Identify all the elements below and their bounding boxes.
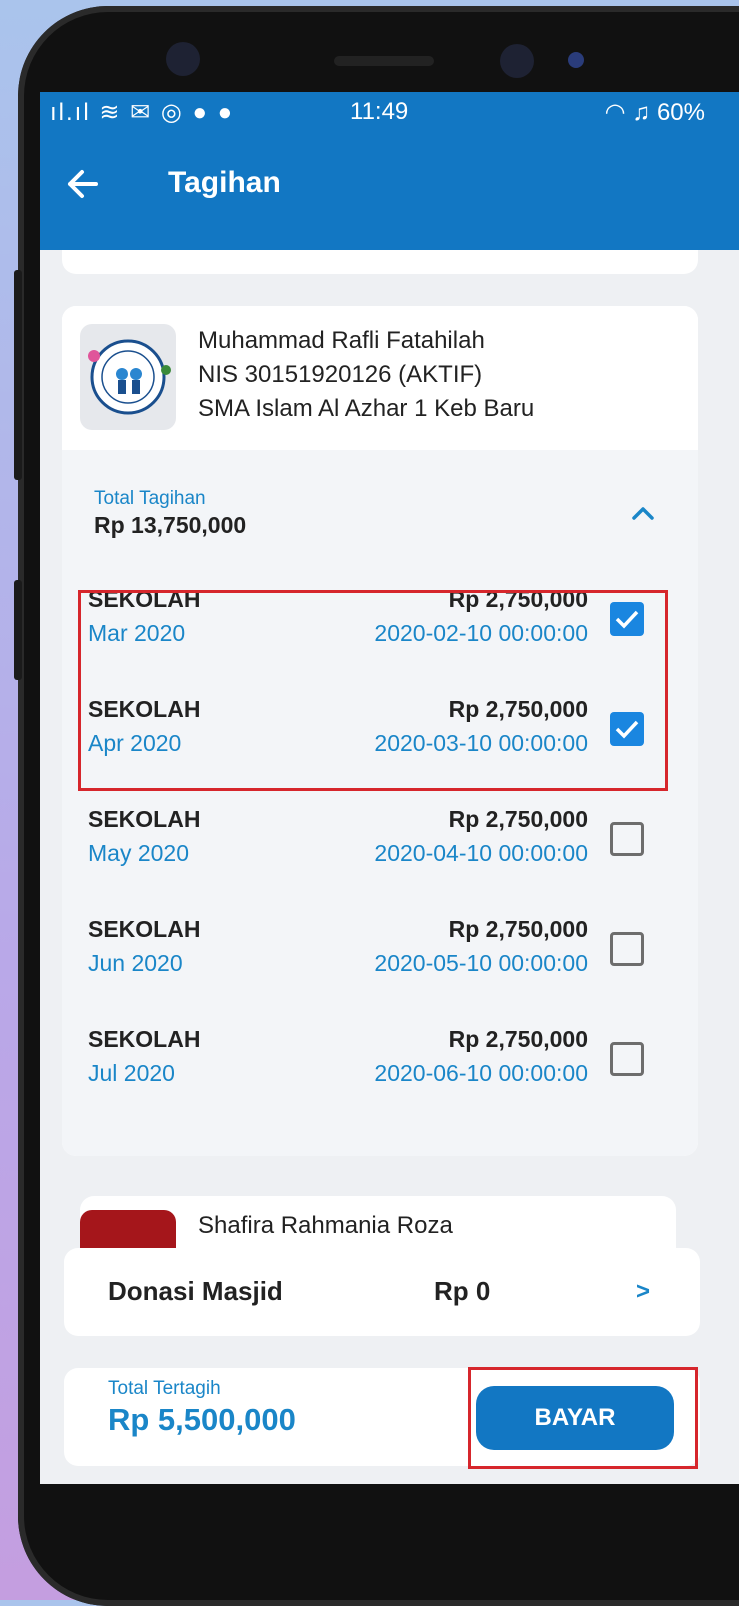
power-button — [14, 580, 22, 680]
bills-section: Total Tagihan Rp 13,750,000 SEKOLAH Mar … — [62, 450, 698, 1156]
chevron-up-icon[interactable] — [628, 498, 658, 528]
selection-highlight — [78, 590, 668, 791]
bill-month: May 2020 — [88, 840, 190, 866]
student-nis: NIS 30151920126 (AKTIF) — [198, 361, 483, 388]
donasi-label: Donasi Masjid — [108, 1276, 283, 1306]
student-profile: Muhammad Rafli Fatahilah NIS 30151920126… — [62, 306, 698, 451]
student-name: Muhammad Rafli Fatahilah — [198, 327, 485, 354]
sensor-icon — [500, 44, 534, 78]
notification-icons: ıl.ıl ≋ ✉ ◎ ● ● — [50, 99, 235, 126]
school-logo — [80, 324, 176, 430]
next-student-name: Shafira Rahmania Roza — [198, 1212, 453, 1239]
student-info: Muhammad Rafli Fatahilah NIS 30151920126… — [198, 324, 534, 426]
donasi-value: Rp 0 — [434, 1276, 491, 1306]
total-tertagih-value: Rp 5,500,000 — [108, 1402, 296, 1437]
earpiece — [334, 56, 434, 66]
status-right: ◠ ♫ 60% — [604, 99, 705, 126]
student-school: SMA Islam Al Azhar 1 Keb Baru — [198, 395, 535, 422]
next-student-card[interactable]: Shafira Rahmania Roza — [80, 1196, 676, 1256]
bill-due-date: 2020-04-10 00:00:00 — [374, 840, 588, 866]
bill-name: SEKOLAH — [88, 916, 201, 942]
total-tagihan-label: Total Tagihan — [94, 488, 206, 509]
total-tertagih-label: Total Tertagih — [108, 1378, 221, 1399]
bill-checkbox[interactable] — [610, 822, 644, 856]
bill-amount: Rp 2,750,000 — [448, 1026, 588, 1052]
total-tagihan-value: Rp 13,750,000 — [94, 512, 247, 538]
bill-checkbox[interactable] — [610, 932, 644, 966]
bill-row: SEKOLAH Jul 2020 Rp 2,750,000 2020-06-10… — [62, 1026, 698, 1106]
school-seal-icon — [88, 339, 171, 415]
bill-due-date: 2020-05-10 00:00:00 — [374, 950, 588, 976]
chevron-right-icon[interactable]: > — [636, 1278, 650, 1306]
pay-button-highlight — [468, 1367, 698, 1469]
bill-due-date: 2020-06-10 00:00:00 — [374, 1060, 588, 1086]
volume-button — [14, 270, 22, 480]
status-bar: ıl.ıl ≋ ✉ ◎ ● ● 11:49 ◠ ♫ 60% — [40, 92, 739, 132]
bill-month: Jul 2020 — [88, 1060, 175, 1086]
bill-amount: Rp 2,750,000 — [448, 806, 588, 832]
donasi-row[interactable]: Donasi Masjid Rp 0 > — [64, 1248, 700, 1336]
bill-amount: Rp 2,750,000 — [448, 916, 588, 942]
front-camera-icon — [166, 42, 200, 76]
bill-row: SEKOLAH May 2020 Rp 2,750,000 2020-04-10… — [62, 806, 698, 886]
status-time: 11:49 — [350, 98, 409, 125]
sensor-dot-icon — [568, 52, 584, 68]
bill-name: SEKOLAH — [88, 806, 201, 832]
bill-name: SEKOLAH — [88, 1026, 201, 1052]
battery-level: 60% — [656, 99, 705, 126]
bill-checkbox[interactable] — [610, 1042, 644, 1076]
bill-row: SEKOLAH Jun 2020 Rp 2,750,000 2020-05-10… — [62, 916, 698, 996]
bill-month: Jun 2020 — [88, 950, 183, 976]
page-title: Tagihan — [168, 166, 281, 199]
previous-card — [62, 250, 698, 274]
app-bar: Tagihan — [40, 132, 739, 250]
back-arrow-icon[interactable] — [62, 164, 102, 204]
